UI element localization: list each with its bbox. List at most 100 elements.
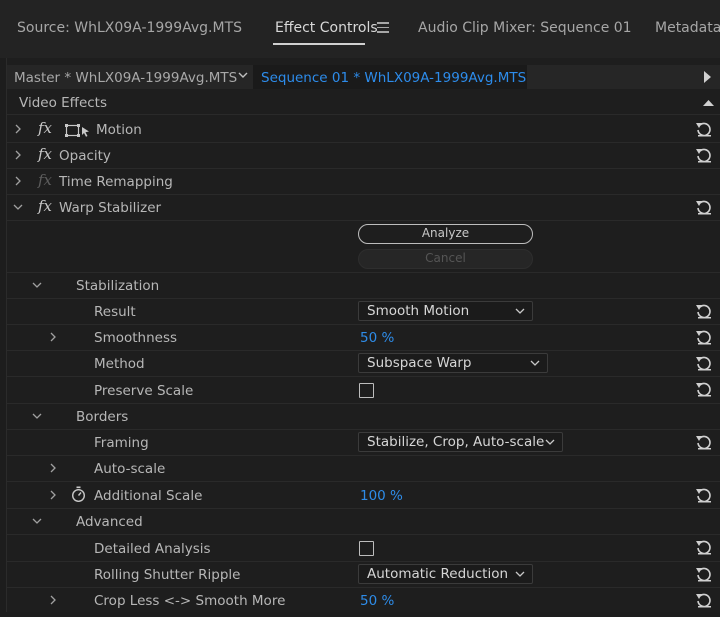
reset-icon[interactable] (695, 329, 713, 345)
fx-icon[interactable]: fx (38, 197, 52, 215)
chevron-right-icon[interactable] (48, 332, 58, 342)
tab-source[interactable]: Source: WhLX09A-1999Avg.MTS (17, 20, 242, 36)
chevron-down-icon (515, 308, 525, 314)
play-triangle-icon[interactable] (704, 71, 711, 83)
reset-icon[interactable] (695, 566, 713, 582)
param-label-preserve-scale: Preserve Scale (94, 383, 194, 399)
additional-scale-value[interactable]: 100 % (360, 488, 403, 504)
chevron-down-icon[interactable] (238, 70, 248, 80)
chevron-down-icon[interactable] (32, 516, 42, 526)
group-label-advanced: Advanced (76, 514, 143, 530)
param-label-rolling-shutter: Rolling Shutter Ripple (94, 567, 241, 583)
chevron-right-icon[interactable] (13, 150, 23, 160)
section-title: Video Effects (19, 95, 108, 111)
method-dropdown-value: Subspace Warp (367, 355, 472, 371)
param-label-framing: Framing (94, 435, 149, 451)
analyze-button[interactable]: Analyze (358, 224, 533, 244)
effect-row-warp-stabilizer[interactable]: fx Warp Stabilizer (7, 195, 720, 221)
param-row-result: Result Smooth Motion (7, 299, 720, 325)
master-clip-label[interactable]: Master * WhLX09A-1999Avg.MTS (14, 70, 237, 86)
param-row-smoothness: Smoothness 50 % (7, 325, 720, 351)
chevron-right-icon[interactable] (48, 595, 58, 605)
effect-label-motion: Motion (96, 122, 142, 138)
param-row-framing: Framing Stabilize, Crop, Auto-scale (7, 430, 720, 456)
param-row-method: Method Subspace Warp (7, 351, 720, 377)
crop-smooth-value[interactable]: 50 % (360, 593, 394, 609)
group-advanced[interactable]: Advanced (7, 509, 720, 535)
preserve-scale-checkbox[interactable] (359, 383, 374, 398)
fx-icon[interactable]: fx (38, 119, 52, 137)
analyze-row: Analyze Cancel (7, 221, 720, 273)
fx-icon[interactable]: fx (38, 145, 52, 163)
param-row-additional-scale: Additional Scale 100 % (7, 482, 720, 509)
param-label-additional-scale: Additional Scale (94, 488, 203, 504)
reset-icon[interactable] (695, 147, 713, 163)
chevron-right-icon[interactable] (13, 176, 23, 186)
effect-label-time-remapping: Time Remapping (59, 174, 173, 190)
framing-dropdown-value: Stabilize, Crop, Auto-scale (367, 434, 545, 450)
active-tab-underline (273, 43, 365, 45)
group-stabilization[interactable]: Stabilization (7, 273, 720, 299)
result-dropdown-value: Smooth Motion (367, 303, 470, 319)
hamburger-menu-icon[interactable] (377, 22, 389, 33)
group-borders[interactable]: Borders (7, 404, 720, 430)
cancel-button: Cancel (358, 249, 533, 269)
effect-label-warp-stabilizer: Warp Stabilizer (59, 200, 162, 216)
group-label-borders: Borders (76, 409, 129, 425)
param-label-auto-scale: Auto-scale (94, 461, 166, 477)
method-dropdown[interactable]: Subspace Warp (358, 353, 548, 373)
group-label-stabilization: Stabilization (76, 278, 160, 294)
effect-row-time-remapping[interactable]: fx Time Remapping (7, 169, 720, 195)
param-row-auto-scale: Auto-scale (7, 456, 720, 482)
reset-icon[interactable] (695, 303, 713, 319)
effect-label-opacity: Opacity (59, 148, 111, 164)
param-label-crop-smooth: Crop Less <-> Smooth More (94, 593, 286, 609)
reset-icon[interactable] (695, 121, 713, 137)
chevron-down-icon (530, 360, 540, 366)
param-row-rolling-shutter: Rolling Shutter Ripple Automatic Reducti… (7, 562, 720, 588)
reset-icon[interactable] (695, 199, 713, 215)
tab-audio-clip-mixer[interactable]: Audio Clip Mixer: Sequence 01 (418, 20, 632, 36)
stopwatch-icon[interactable] (71, 486, 86, 503)
param-label-method: Method (94, 356, 145, 372)
reset-icon[interactable] (695, 381, 713, 397)
tab-metadata[interactable]: Metadata (655, 20, 720, 36)
video-effects-header: Video Effects (7, 91, 720, 115)
reset-icon[interactable] (695, 592, 713, 608)
sequence-clip-tab[interactable]: Sequence 01 * WhLX09A-1999Avg.MTS (253, 65, 527, 89)
chevron-down-icon[interactable] (32, 280, 42, 290)
tab-effect-controls[interactable]: Effect Controls (275, 20, 378, 36)
param-row-detailed-analysis: Detailed Analysis (7, 535, 720, 562)
param-label-detailed-analysis: Detailed Analysis (94, 541, 211, 557)
param-row-crop-smooth: Crop Less <-> Smooth More 50 % (7, 588, 720, 612)
reset-icon[interactable] (695, 487, 713, 503)
chevron-down-icon (545, 439, 555, 445)
reset-icon[interactable] (695, 539, 713, 555)
chevron-right-icon[interactable] (48, 490, 58, 500)
param-label-result: Result (94, 304, 136, 320)
reset-icon[interactable] (695, 355, 713, 371)
transform-icon[interactable] (65, 123, 91, 139)
chevron-down-icon[interactable] (13, 202, 23, 212)
sequence-clip-label[interactable]: Sequence 01 * WhLX09A-1999Avg.MTS (261, 70, 526, 86)
panel-tab-bar: Source: WhLX09A-1999Avg.MTS Effect Contr… (0, 0, 720, 58)
effect-controls-panel: Master * WhLX09A-1999Avg.MTS Sequence 01… (6, 58, 720, 612)
smoothness-value[interactable]: 50 % (360, 330, 394, 346)
param-label-smoothness: Smoothness (94, 330, 178, 346)
chevron-down-icon[interactable] (32, 411, 42, 421)
reset-icon[interactable] (695, 434, 713, 450)
framing-dropdown[interactable]: Stabilize, Crop, Auto-scale (358, 432, 563, 452)
chevron-right-icon[interactable] (13, 124, 23, 134)
fx-icon: fx (38, 171, 53, 189)
effect-row-motion[interactable]: fx Motion (7, 117, 720, 143)
sequence-bar: Master * WhLX09A-1999Avg.MTS Sequence 01… (7, 65, 720, 89)
detailed-analysis-checkbox[interactable] (359, 541, 374, 556)
rolling-shutter-dropdown[interactable]: Automatic Reduction (358, 564, 533, 584)
rolling-shutter-dropdown-value: Automatic Reduction (367, 566, 509, 582)
result-dropdown[interactable]: Smooth Motion (358, 301, 533, 321)
param-row-preserve-scale: Preserve Scale (7, 377, 720, 404)
collapse-up-icon[interactable] (703, 99, 714, 107)
chevron-down-icon (515, 571, 525, 577)
chevron-right-icon[interactable] (48, 463, 58, 473)
effect-row-opacity[interactable]: fx Opacity (7, 143, 720, 169)
